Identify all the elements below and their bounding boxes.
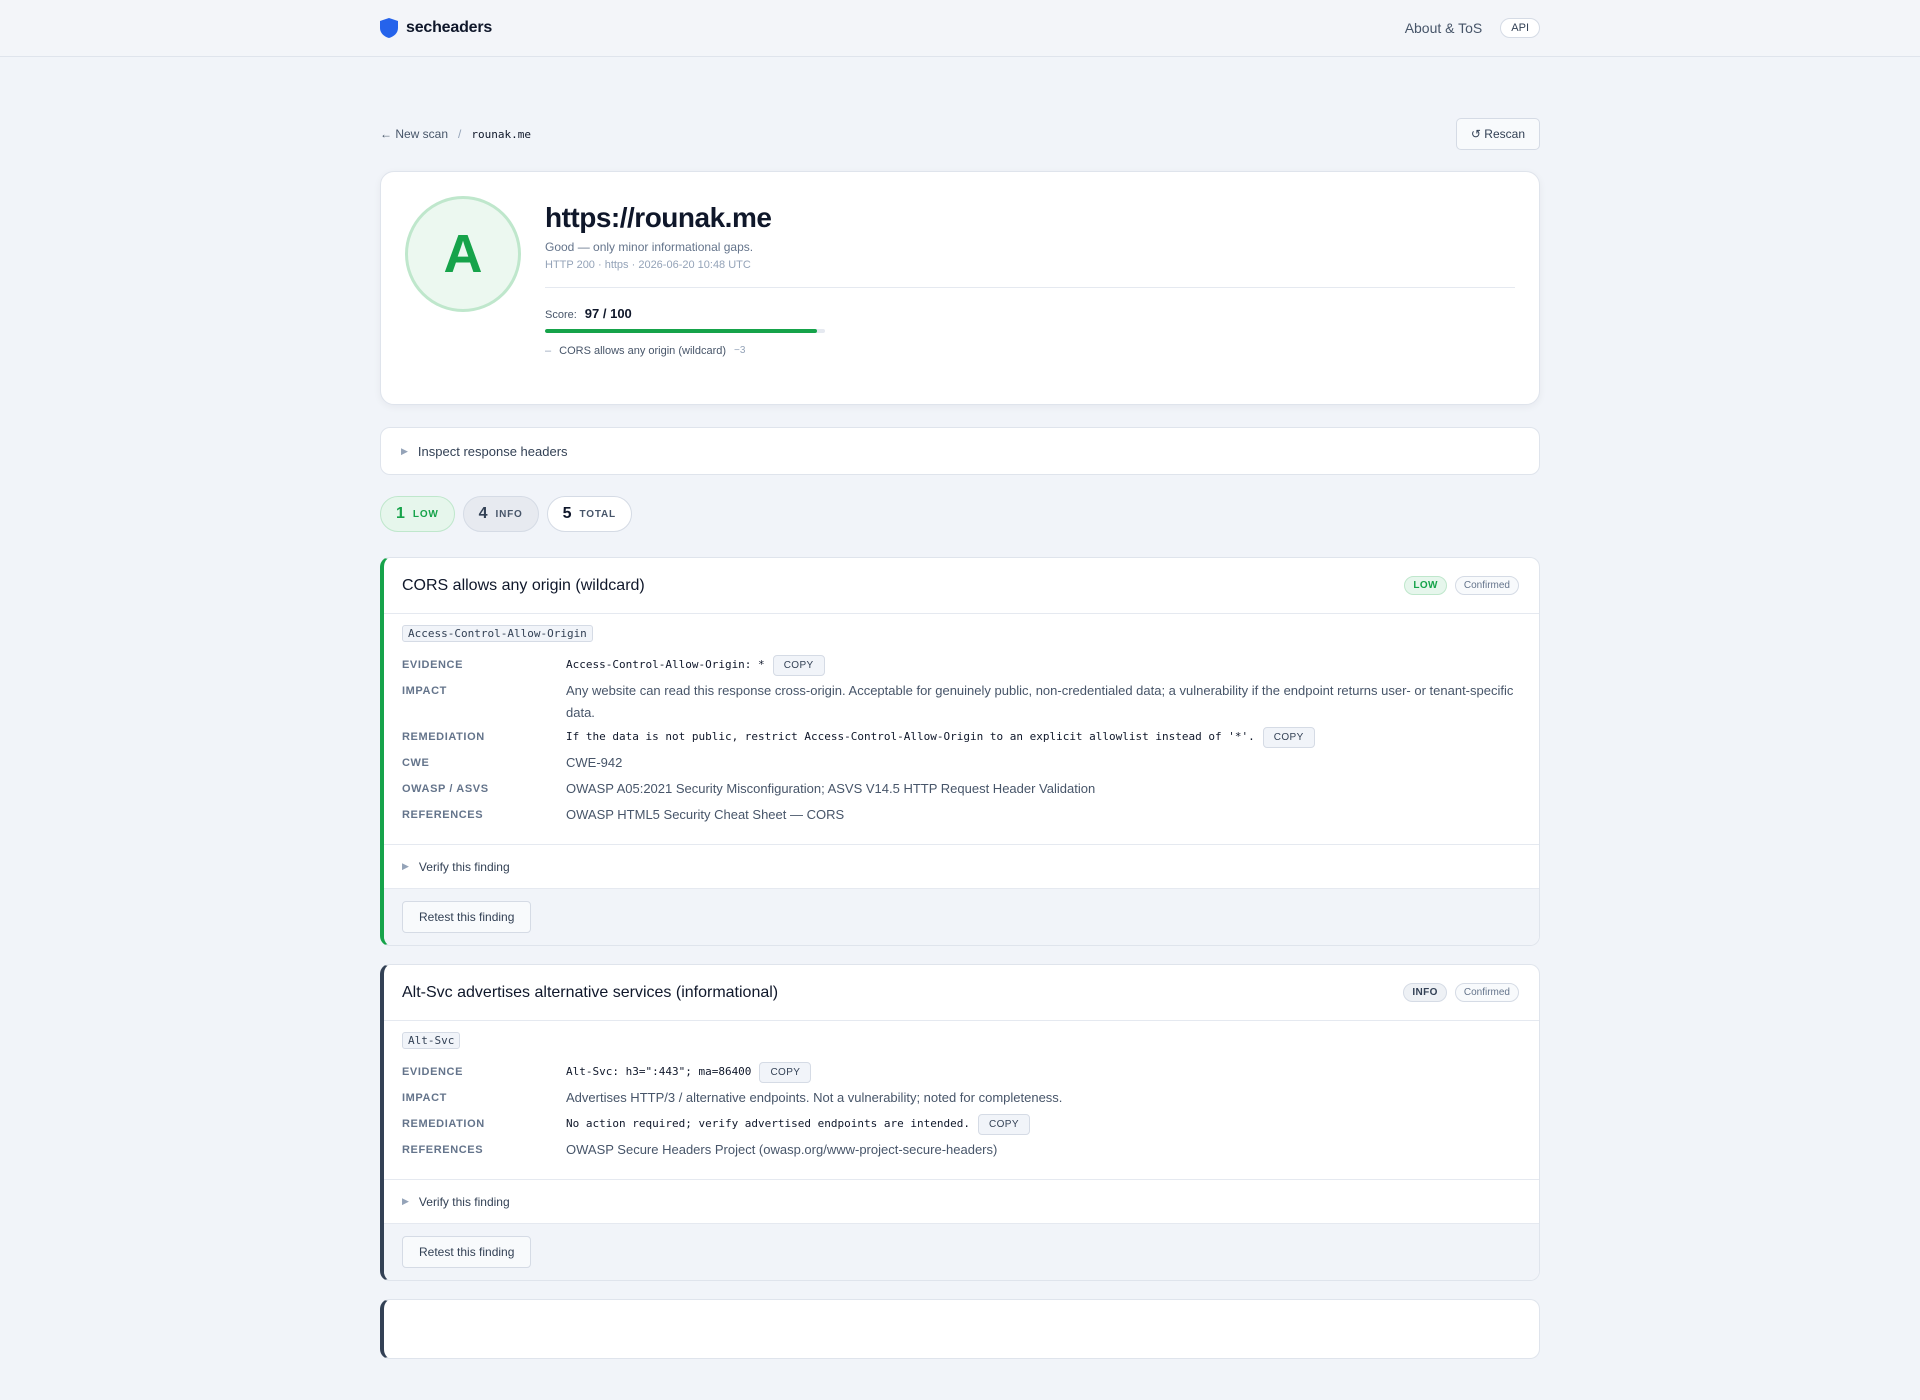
references-value[interactable]: OWASP HTML5 Security Cheat Sheet — CORS <box>566 802 1521 826</box>
triangle-right-icon: ▶ <box>402 1196 409 1206</box>
owasp-label: OWASP / ASVS <box>402 783 489 795</box>
header-chip: Access-Control-Allow-Origin <box>402 625 593 642</box>
references-value[interactable]: OWASP Secure Headers Project (owasp.org/… <box>566 1137 1521 1161</box>
copy-evidence-button[interactable]: COPY <box>759 1061 812 1083</box>
counter-total-num: 5 <box>562 505 572 522</box>
severity-badge: LOW <box>1404 576 1447 595</box>
finding-title: Alt-Svc advertises alternative services … <box>402 983 779 1001</box>
score-row: Score: 97 / 100 <box>545 306 1515 321</box>
deduction-points: −3 <box>734 345 746 356</box>
remediation-label: REMEDIATION <box>402 1118 485 1130</box>
counter-low-label: LOW <box>412 508 439 520</box>
remediation-value: If the data is not public, restrict Acce… <box>566 730 1255 743</box>
score-value: 97 / 100 <box>584 306 632 321</box>
top-nav: secheaders About & ToS API <box>0 0 1920 57</box>
deduction-text: CORS allows any origin (wildcard) <box>559 345 727 357</box>
copy-remediation-button[interactable]: COPY <box>977 1113 1030 1135</box>
counter-total[interactable]: 5 TOTAL <box>546 496 632 532</box>
score-bar <box>545 329 825 333</box>
verify-finding-toggle[interactable]: ▶ Verify this finding <box>384 844 1539 888</box>
score-deduction: – CORS allows any origin (wildcard) −3 <box>545 345 1515 357</box>
inspect-headers-toggle[interactable]: ▶ Inspect response headers <box>380 427 1540 475</box>
retest-button[interactable]: Retest this finding <box>402 901 532 933</box>
header-chip: Alt-Svc <box>402 1032 461 1049</box>
grade-description: Good — only minor informational gaps. <box>545 240 754 254</box>
rescan-button[interactable]: ↺ Rescan <box>1455 118 1540 150</box>
finding-card-cors: CORS allows any origin (wildcard) LOW Co… <box>380 557 1540 946</box>
counter-info-label: INFO <box>495 508 523 520</box>
status-badge: Confirmed <box>1454 983 1519 1002</box>
breadcrumb-host: rounak.me <box>471 127 531 141</box>
finding-title: CORS allows any origin (wildcard) <box>402 576 645 594</box>
divider <box>545 287 1515 288</box>
impact-value: Advertises HTTP/3 / alternative endpoint… <box>566 1090 1063 1105</box>
breadcrumb-separator: / <box>458 127 462 141</box>
severity-counters: 1 LOW 4 INFO 5 TOTAL <box>380 496 1540 532</box>
references-label: REFERENCES <box>402 809 484 821</box>
evidence-label: EVIDENCE <box>402 1066 464 1078</box>
remediation-value: No action required; verify advertised en… <box>566 1117 970 1130</box>
counter-low[interactable]: 1 LOW <box>380 496 455 532</box>
evidence-value: Alt-Svc: h3=":443"; ma=86400 <box>566 1065 752 1078</box>
api-link[interactable]: API <box>1500 18 1540 38</box>
score-bar-fill <box>545 329 817 333</box>
breadcrumb: ← New scan / rounak.me <box>380 127 531 141</box>
copy-evidence-button[interactable]: COPY <box>772 654 825 676</box>
references-label: REFERENCES <box>402 1144 484 1156</box>
severity-badge: INFO <box>1403 983 1447 1002</box>
impact-label: IMPACT <box>402 685 447 697</box>
verify-finding-toggle[interactable]: ▶ Verify this finding <box>384 1179 1539 1223</box>
copy-remediation-button[interactable]: COPY <box>1262 726 1315 748</box>
remediation-label: REMEDIATION <box>402 731 485 743</box>
impact-value: Any website can read this response cross… <box>566 683 1514 720</box>
status-badge: Confirmed <box>1454 576 1519 595</box>
score-label: Score: <box>545 309 577 321</box>
brand-name: secheaders <box>406 19 493 36</box>
grade-badge: A <box>405 196 521 312</box>
counter-total-label: TOTAL <box>579 508 616 520</box>
summary-card: A https://rounak.me Good — only minor in… <box>380 171 1540 405</box>
new-scan-link[interactable]: ← New scan <box>380 127 448 141</box>
evidence-value: Access-Control-Allow-Origin: * <box>566 658 765 671</box>
about-link[interactable]: About & ToS <box>1405 20 1483 36</box>
owasp-value: OWASP A05:2021 Security Misconfiguration… <box>566 781 1096 796</box>
finding-card-next <box>380 1299 1540 1359</box>
page-title: https://rounak.me <box>545 202 772 233</box>
counter-info-num: 4 <box>478 505 488 522</box>
shield-icon <box>380 18 398 38</box>
triangle-right-icon: ▶ <box>402 861 409 871</box>
cwe-label: CWE <box>402 757 430 769</box>
inspect-headers-label: Inspect response headers <box>417 443 568 459</box>
evidence-label: EVIDENCE <box>402 659 464 671</box>
cwe-value: CWE-942 <box>566 755 623 770</box>
triangle-right-icon: ▶ <box>401 445 408 456</box>
impact-label: IMPACT <box>402 1092 447 1104</box>
deduction-dash: – <box>545 345 552 357</box>
counter-info[interactable]: 4 INFO <box>462 496 539 532</box>
scan-meta: HTTP 200 · https · 2026-06-20 10:48 UTC <box>545 259 751 271</box>
verify-finding-label: Verify this finding <box>418 1194 510 1209</box>
verify-finding-label: Verify this finding <box>418 859 510 874</box>
brand[interactable]: secheaders <box>380 18 492 38</box>
finding-card-alt-svc: Alt-Svc advertises alternative services … <box>380 964 1540 1281</box>
retest-button[interactable]: Retest this finding <box>402 1236 532 1268</box>
counter-low-num: 1 <box>396 505 405 522</box>
